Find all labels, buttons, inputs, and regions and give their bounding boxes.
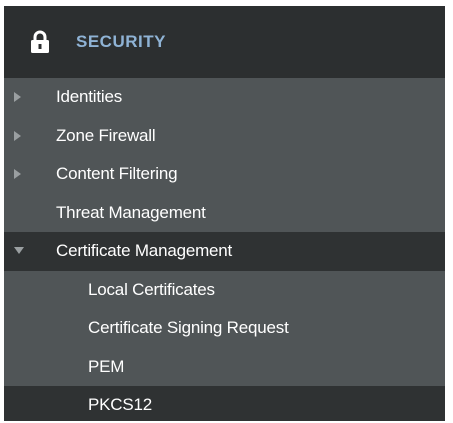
menu-item-label: Threat Management bbox=[56, 202, 206, 222]
menu-item-label: Certificate Management bbox=[56, 241, 233, 261]
menu-item-threat-management[interactable]: Threat Management bbox=[4, 193, 445, 232]
submenu-item-label: Certificate Signing Request bbox=[88, 318, 289, 338]
submenu-item-pkcs12[interactable]: PKCS12 bbox=[4, 386, 445, 421]
chevron-right-icon bbox=[14, 130, 34, 141]
security-header[interactable]: SECURITY bbox=[4, 6, 445, 78]
submenu-item-pem[interactable]: PEM bbox=[4, 347, 445, 386]
security-menu: Identities Zone Firewall Content Filteri… bbox=[4, 78, 445, 421]
menu-item-label: Content Filtering bbox=[56, 164, 178, 184]
security-title: SECURITY bbox=[76, 32, 166, 51]
chevron-right-icon bbox=[14, 169, 34, 180]
menu-item-content-filtering[interactable]: Content Filtering bbox=[4, 155, 445, 194]
menu-item-label: Zone Firewall bbox=[56, 125, 156, 145]
chevron-right-icon bbox=[14, 92, 34, 103]
chevron-down-icon bbox=[14, 247, 34, 255]
lock-icon bbox=[31, 30, 49, 53]
menu-item-zone-firewall[interactable]: Zone Firewall bbox=[4, 116, 445, 155]
menu-item-certificate-management[interactable]: Certificate Management bbox=[4, 232, 445, 271]
submenu-item-label: PKCS12 bbox=[88, 395, 153, 415]
security-nav-panel: SECURITY Identities Zone Firewall Conten… bbox=[4, 6, 445, 421]
submenu-item-certificate-signing-request[interactable]: Certificate Signing Request bbox=[4, 309, 445, 348]
submenu-item-local-certificates[interactable]: Local Certificates bbox=[4, 270, 445, 309]
submenu-item-label: PEM bbox=[88, 356, 125, 376]
submenu-item-label: Local Certificates bbox=[88, 279, 215, 299]
menu-item-identities[interactable]: Identities bbox=[4, 78, 445, 117]
menu-item-label: Identities bbox=[56, 87, 123, 107]
